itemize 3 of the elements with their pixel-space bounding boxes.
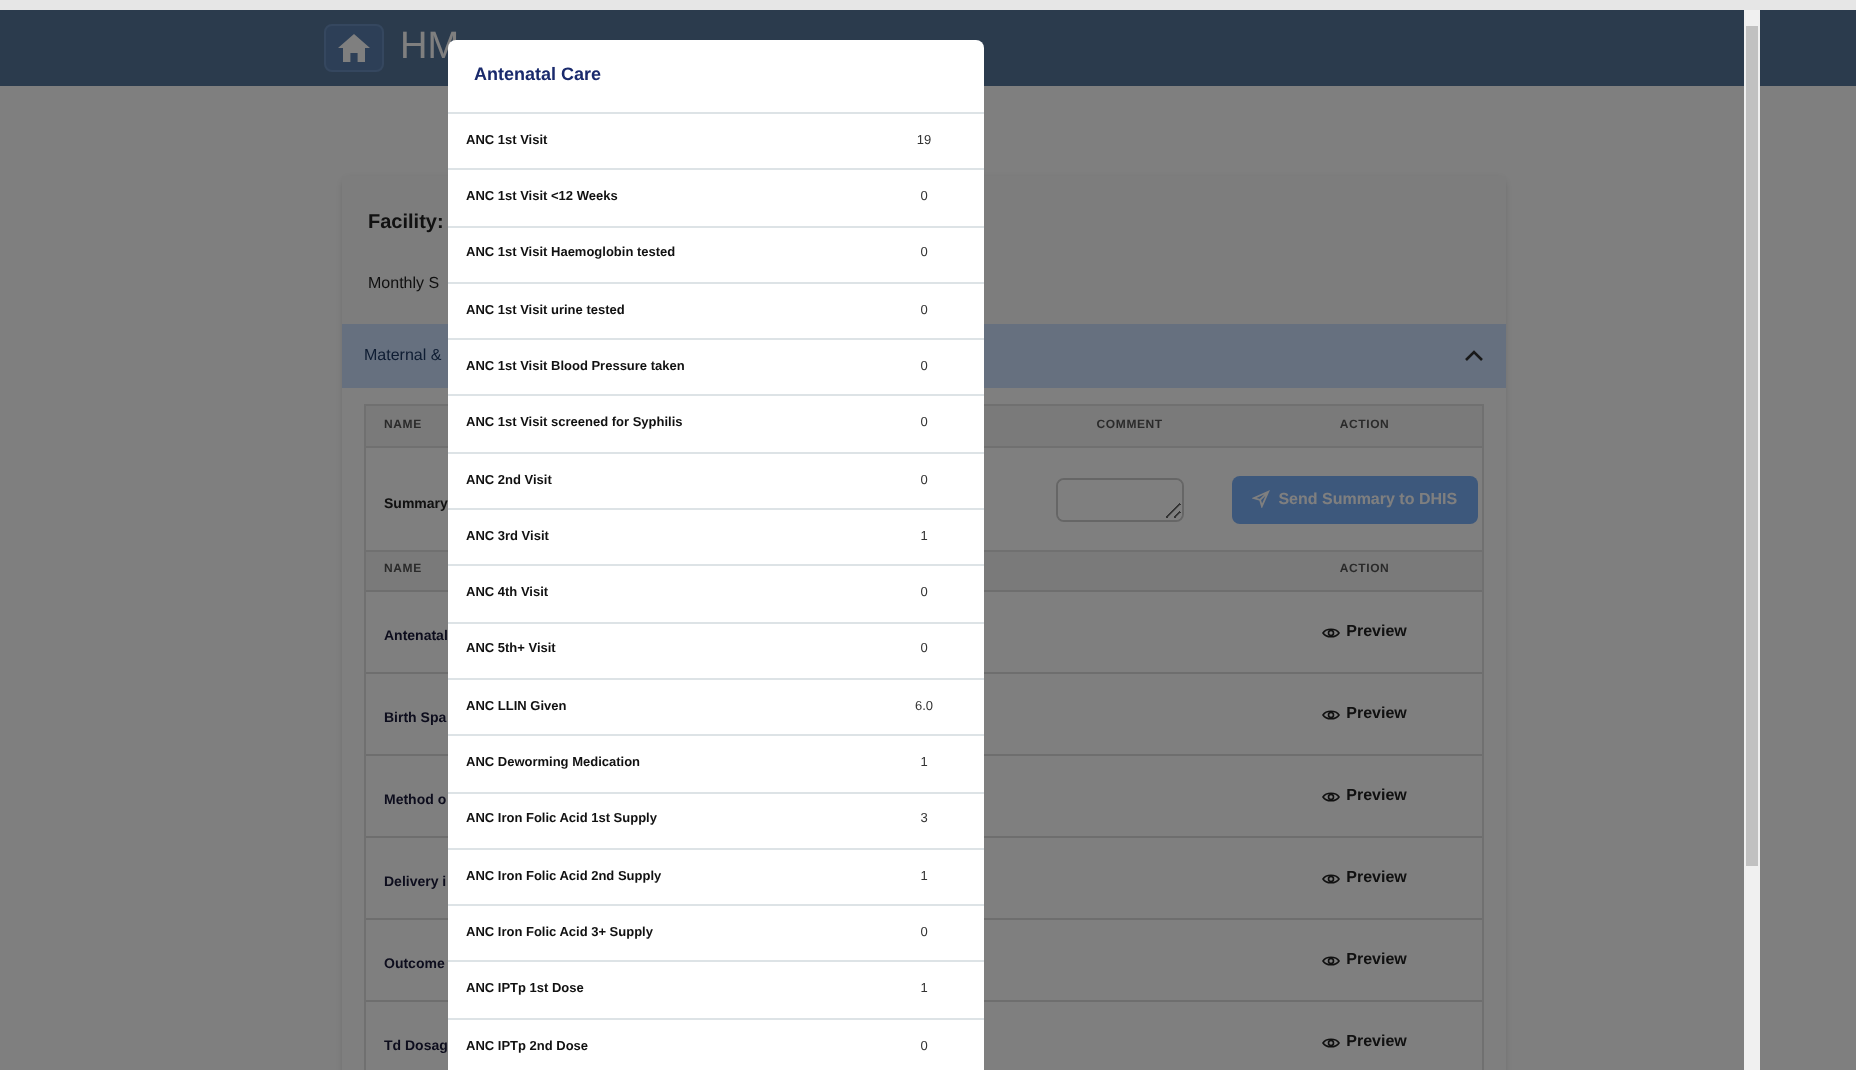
modal-title: Antenatal Care — [474, 62, 602, 89]
facility-label: Facility: — [368, 212, 444, 234]
report-subtitle: Monthly S — [368, 274, 440, 292]
